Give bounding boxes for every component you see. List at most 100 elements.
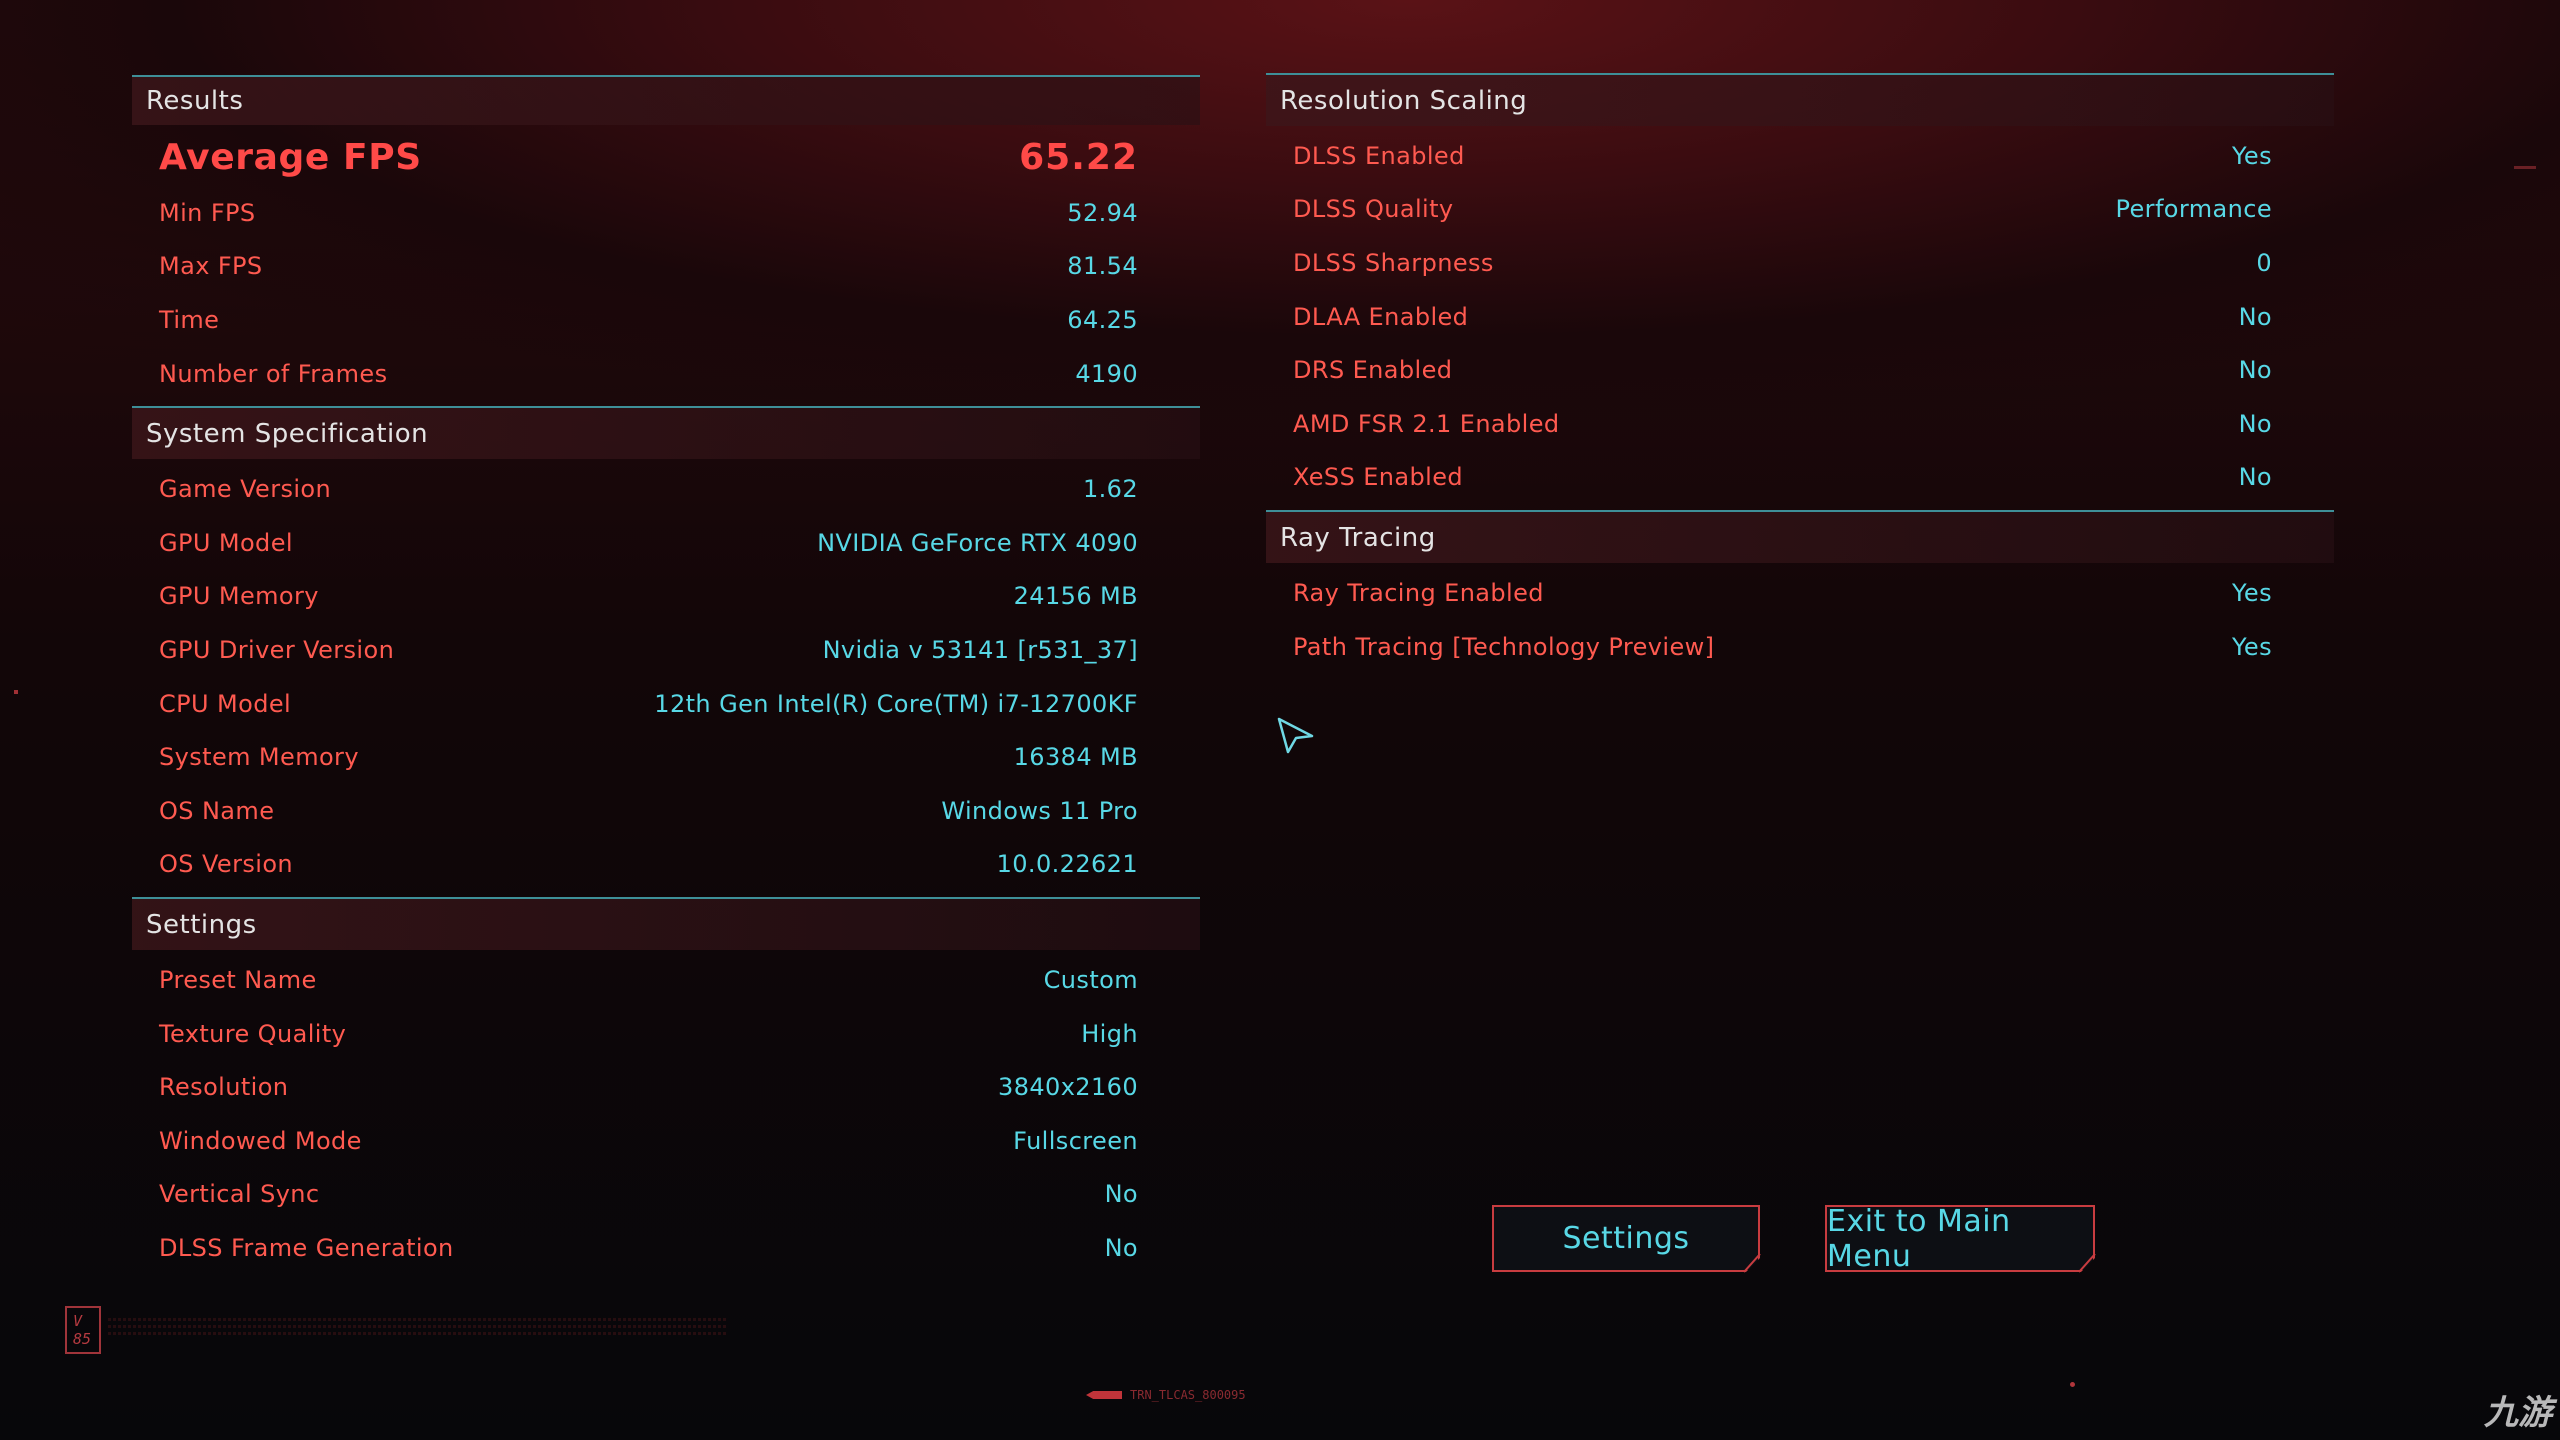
dlaa-enabled-label: DLAA Enabled (1293, 302, 1469, 331)
list-item: CPU Model 12th Gen Intel(R) Core(TM) i7-… (132, 677, 1200, 731)
list-item: Time 64.25 (132, 293, 1200, 347)
ray-tracing-header: Ray Tracing (1266, 510, 2334, 564)
os-name-value: Windows 11 Pro (941, 796, 1138, 825)
dlss-quality-label: DLSS Quality (1293, 195, 1454, 224)
gpu-driver-label: GPU Driver Version (159, 635, 395, 664)
list-item: GPU Model NVIDIA GeForce RTX 4090 (132, 516, 1200, 570)
cpu-model-label: CPU Model (159, 689, 292, 718)
ray-tracing-enabled-label: Ray Tracing Enabled (1293, 578, 1544, 607)
os-version-label: OS Version (159, 850, 294, 879)
right-edge-mark (2514, 166, 2536, 169)
vertical-sync-value: No (1104, 1180, 1138, 1209)
os-version-value: 10.0.22621 (996, 850, 1138, 879)
resolution-scaling-list: DLSS Enabled Yes DLSS Quality Performanc… (1266, 126, 2334, 504)
watermark-text: 九游 (2484, 1393, 2552, 1433)
list-item: Texture Quality High (132, 1007, 1200, 1061)
resolution-label: Resolution (159, 1073, 289, 1102)
list-item: GPU Driver Version Nvidia v 53141 [r531_… (132, 623, 1200, 677)
ray-tracing-list: Ray Tracing Enabled Yes Path Tracing [Te… (1266, 563, 2334, 673)
xess-enabled-value: No (2238, 463, 2272, 492)
list-item: Resolution 3840x2160 (132, 1060, 1200, 1114)
cpu-model-value: 12th Gen Intel(R) Core(TM) i7-12700KF (654, 689, 1138, 718)
results-header: Results (132, 75, 1200, 125)
list-item: Ray Tracing Enabled Yes (1266, 566, 2334, 620)
path-tracing-label: Path Tracing [Technology Preview] (1293, 632, 1715, 661)
gpu-memory-value: 24156 MB (1013, 582, 1138, 611)
settings-header-label: Settings (146, 909, 257, 940)
list-item: System Memory 16384 MB (132, 730, 1200, 784)
gpu-model-label: GPU Model (159, 528, 293, 557)
settings-list: Preset Name Custom Texture Quality High … (132, 950, 1200, 1275)
list-item: DLSS Quality Performance (1266, 183, 2334, 237)
gpu-memory-label: GPU Memory (159, 582, 319, 611)
list-item: OS Name Windows 11 Pro (132, 784, 1200, 838)
path-tracing-value: Yes (2232, 632, 2272, 661)
exit-button-label: Exit to Main Menu (1827, 1203, 2011, 1274)
list-item: DLSS Frame Generation No (132, 1221, 1200, 1275)
arrow-pointer-icon (1277, 717, 1314, 754)
list-item: Path Tracing [Technology Preview] Yes (1266, 620, 2334, 674)
fsr-enabled-label: AMD FSR 2.1 Enabled (1293, 409, 1560, 438)
drs-enabled-label: DRS Enabled (1293, 356, 1453, 385)
windowed-mode-label: Windowed Mode (159, 1126, 362, 1155)
windowed-mode-value: Fullscreen (1013, 1126, 1138, 1155)
frames-value: 4190 (1075, 359, 1138, 388)
dlss-frame-gen-value: No (1104, 1233, 1138, 1262)
game-version-value: 1.62 (1082, 475, 1138, 504)
list-item: Windowed Mode Fullscreen (132, 1114, 1200, 1168)
list-item: AMD FSR 2.1 Enabled No (1266, 397, 2334, 451)
ray-tracing-enabled-value: Yes (2232, 578, 2272, 607)
dlss-quality-value: Performance (2115, 195, 2272, 224)
list-item: OS Version 10.0.22621 (132, 838, 1200, 892)
vertical-sync-label: Vertical Sync (159, 1180, 320, 1209)
resolution-scaling-header-label: Resolution Scaling (1280, 85, 1528, 116)
list-item: DLAA Enabled No (1266, 290, 2334, 344)
dlss-enabled-label: DLSS Enabled (1293, 141, 1465, 170)
list-item: Preset Name Custom (132, 953, 1200, 1007)
side-decor-dot (14, 690, 18, 694)
os-name-label: OS Name (159, 796, 275, 825)
exit-to-main-menu-button[interactable]: Exit to Main Menu (1825, 1205, 2095, 1272)
watermark-logo: 九游 (2484, 1385, 2552, 1434)
preset-name-value: Custom (1043, 965, 1138, 994)
right-panel: Resolution Scaling DLSS Enabled Yes DLSS… (1266, 73, 2334, 673)
settings-button[interactable]: Settings (1492, 1205, 1760, 1272)
preset-name-label: Preset Name (159, 965, 317, 994)
settings-header: Settings (132, 897, 1200, 951)
fine-print-decor (108, 1318, 728, 1342)
dlss-sharpness-label: DLSS Sharpness (1293, 248, 1494, 277)
min-fps-value: 52.94 (1067, 198, 1138, 227)
settings-button-label: Settings (1562, 1221, 1690, 1256)
list-item: DLSS Sharpness 0 (1266, 236, 2334, 290)
system-spec-header: System Specification (132, 406, 1200, 460)
version-badge: V 85 (65, 1306, 101, 1354)
max-fps-label: Max FPS (159, 252, 263, 281)
list-item: Max FPS 81.54 (132, 240, 1200, 294)
arrow-left-icon (1086, 1391, 1122, 1399)
list-item: GPU Memory 24156 MB (132, 570, 1200, 624)
version-badge-text: V 85 (73, 1312, 92, 1348)
frames-label: Number of Frames (159, 359, 388, 388)
game-version-label: Game Version (159, 475, 332, 504)
system-memory-label: System Memory (159, 743, 359, 772)
button-corner-decor (1743, 1254, 1761, 1273)
resolution-value: 3840x2160 (998, 1073, 1138, 1102)
texture-quality-label: Texture Quality (159, 1019, 347, 1048)
build-id-text: TRN_TLCAS_800095 (1130, 1388, 1246, 1402)
list-item: Vertical Sync No (132, 1168, 1200, 1222)
list-item: Number of Frames 4190 (132, 347, 1200, 401)
results-list: Average FPS 65.22 Min FPS 52.94 Max FPS … (132, 125, 1200, 400)
system-memory-value: 16384 MB (1013, 743, 1138, 772)
list-item: Game Version 1.62 (132, 462, 1200, 516)
system-spec-header-label: System Specification (146, 418, 429, 449)
gpu-driver-value: Nvidia v 53141 [r531_37] (822, 635, 1138, 664)
results-header-label: Results (146, 86, 244, 116)
ray-tracing-header-label: Ray Tracing (1280, 522, 1436, 553)
left-panel: Results Average FPS 65.22 Min FPS 52.94 … (132, 75, 1200, 1275)
dlss-enabled-value: Yes (2232, 141, 2272, 170)
max-fps-value: 81.54 (1067, 252, 1138, 281)
list-item: DRS Enabled No (1266, 343, 2334, 397)
list-item: XeSS Enabled No (1266, 451, 2334, 505)
dlss-frame-gen-label: DLSS Frame Generation (159, 1233, 454, 1262)
system-spec-list: Game Version 1.62 GPU Model NVIDIA GeFor… (132, 459, 1200, 891)
